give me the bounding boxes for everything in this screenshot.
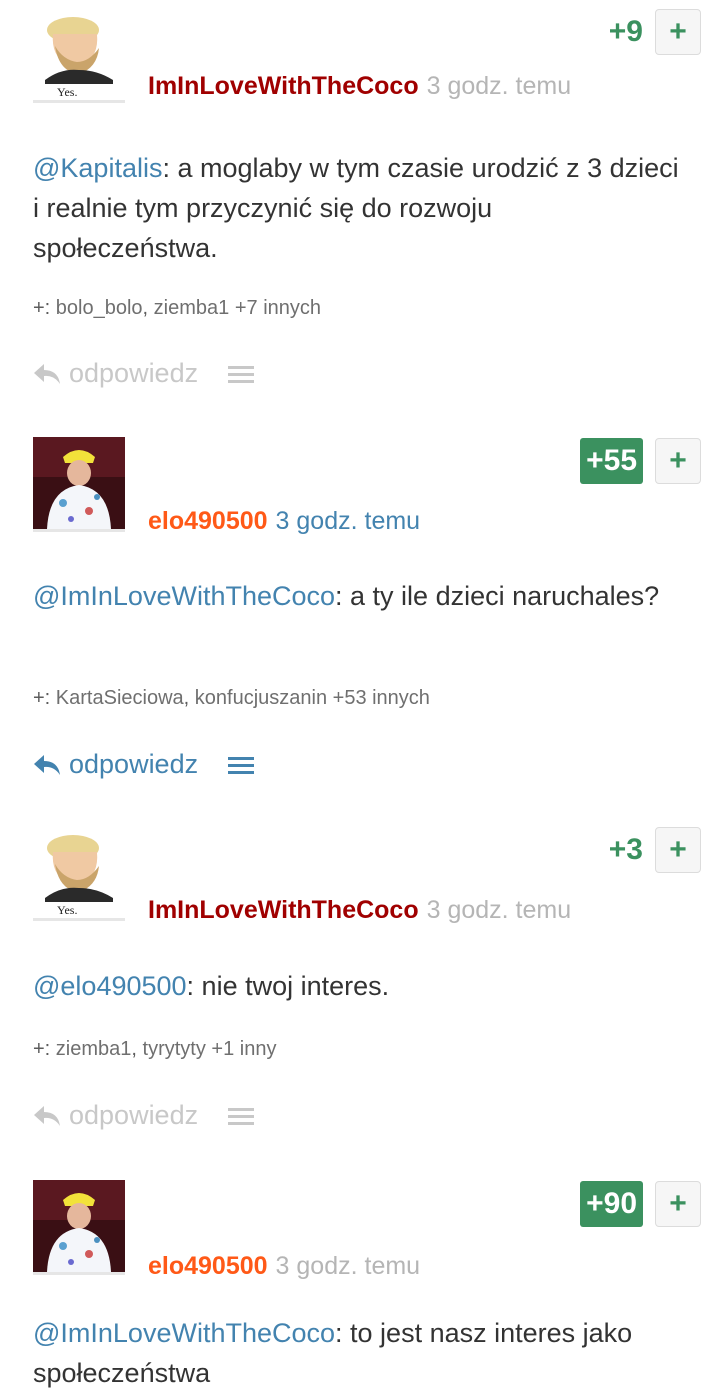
comment: Yes. +3 + ImInLoveWithTheCoco 3 godz. tem… <box>0 826 713 1146</box>
comment-body: @ImInLoveWithTheCoco: a ty ile dzieci na… <box>33 576 683 616</box>
voter-link[interactable]: ziemba1 <box>56 1038 132 1060</box>
reply-icon[interactable] <box>33 362 61 386</box>
comment-text: : nie twoj interes. <box>186 971 390 1001</box>
avatar[interactable] <box>33 1180 125 1275</box>
voter-link[interactable]: KartaSieciowa <box>56 687 184 709</box>
vote-box: +55 + <box>580 437 701 485</box>
comment-body: @ImInLoveWithTheCoco: to jest nasz inter… <box>33 1313 683 1393</box>
author-line: elo490500 3 godz. temu <box>148 507 420 536</box>
voters-separator: , <box>131 1038 143 1060</box>
user-photo-avatar <box>33 437 125 529</box>
menu-icon[interactable] <box>228 755 255 775</box>
comment-actions: odpowiedz <box>33 749 255 780</box>
vote-score: +90 <box>580 1181 643 1227</box>
mention-link[interactable]: @ImInLoveWithTheCoco <box>33 1318 335 1348</box>
user-photo-avatar <box>33 1180 125 1272</box>
voters-more[interactable]: +53 innych <box>327 687 430 709</box>
comment: +55 + elo490500 3 godz. temu @ImInLoveWit… <box>0 437 713 797</box>
upvote-button[interactable]: + <box>655 9 701 55</box>
avatar[interactable]: Yes. <box>33 8 125 103</box>
comment: Yes. +9 + ImInLoveWithTheCoco 3 godz. tem… <box>0 8 713 400</box>
voters-more[interactable]: +1 inny <box>206 1038 276 1060</box>
timestamp[interactable]: 3 godz. temu <box>427 896 572 924</box>
voters-more[interactable]: +7 innych <box>229 297 321 319</box>
comment-body: @elo490500: nie twoj interes. <box>33 966 683 1006</box>
comment-actions: odpowiedz <box>33 1100 255 1131</box>
reply-link[interactable]: odpowiedz <box>69 749 198 780</box>
mention-link[interactable]: @Kapitalis <box>33 153 162 183</box>
author-name[interactable]: ImInLoveWithTheCoco <box>148 896 419 924</box>
timestamp[interactable]: 3 godz. temu <box>276 1252 421 1280</box>
vote-score: +9 <box>608 15 643 48</box>
voters-list: +: ziemba1, tyrytyty +1 inny <box>33 1038 276 1061</box>
comment-text: : a ty ile dzieci naruchales? <box>335 581 660 611</box>
comments-feed: Yes. +9 + ImInLoveWithTheCoco 3 godz. tem… <box>0 0 713 1396</box>
voters-prefix: +: <box>33 687 56 709</box>
reply-link[interactable]: odpowiedz <box>69 1100 198 1131</box>
avatar[interactable]: Yes. <box>33 826 125 921</box>
avatar-caption: Yes. <box>57 903 77 917</box>
voters-list: +: bolo_bolo, ziemba1 +7 innych <box>33 297 321 320</box>
upvote-button[interactable]: + <box>655 1181 701 1227</box>
vote-score: +55 <box>580 438 643 484</box>
comment-actions: odpowiedz <box>33 358 255 389</box>
voters-prefix: +: <box>33 297 56 319</box>
voters-separator: , <box>142 297 154 319</box>
author-name[interactable]: elo490500 <box>148 1252 268 1280</box>
author-line: ImInLoveWithTheCoco 3 godz. temu <box>148 72 571 101</box>
vote-box: +3 + <box>609 826 701 874</box>
author-name[interactable]: elo490500 <box>148 507 268 535</box>
mention-link[interactable]: @elo490500 <box>33 971 187 1001</box>
vote-box: +9 + <box>609 8 701 56</box>
voters-prefix: +: <box>33 1038 56 1060</box>
mention-link[interactable]: @ImInLoveWithTheCoco <box>33 581 335 611</box>
reply-icon[interactable] <box>33 753 61 777</box>
voter-link[interactable]: konfucjuszanin <box>195 687 327 709</box>
menu-icon[interactable] <box>228 364 255 384</box>
menu-icon[interactable] <box>228 1106 255 1126</box>
vote-box: +90 + <box>580 1180 701 1228</box>
author-line: elo490500 3 godz. temu <box>148 1252 420 1281</box>
avatar-caption: Yes. <box>57 85 77 99</box>
reply-icon[interactable] <box>33 1104 61 1128</box>
voters-separator: , <box>183 687 195 709</box>
voters-list: +: KartaSieciowa, konfucjuszanin +53 inn… <box>33 687 430 710</box>
vote-score: +3 <box>608 833 643 866</box>
timestamp[interactable]: 3 godz. temu <box>427 72 572 100</box>
timestamp[interactable]: 3 godz. temu <box>276 507 421 535</box>
author-name[interactable]: ImInLoveWithTheCoco <box>148 72 419 100</box>
comment-body: @Kapitalis: a moglaby w tym czasie urodz… <box>33 148 683 268</box>
comment: +90 + elo490500 3 godz. temu @ImInLoveWit… <box>0 1180 713 1396</box>
yes-chad-meme-avatar: Yes. <box>33 826 125 918</box>
author-line: ImInLoveWithTheCoco 3 godz. temu <box>148 896 571 925</box>
upvote-button[interactable]: + <box>655 438 701 484</box>
avatar[interactable] <box>33 437 125 532</box>
voter-link[interactable]: ziemba1 <box>154 297 230 319</box>
yes-chad-meme-avatar: Yes. <box>33 8 125 100</box>
upvote-button[interactable]: + <box>655 827 701 873</box>
reply-link[interactable]: odpowiedz <box>69 358 198 389</box>
voter-link[interactable]: bolo_bolo <box>56 297 143 319</box>
voter-link[interactable]: tyrytyty <box>143 1038 206 1060</box>
